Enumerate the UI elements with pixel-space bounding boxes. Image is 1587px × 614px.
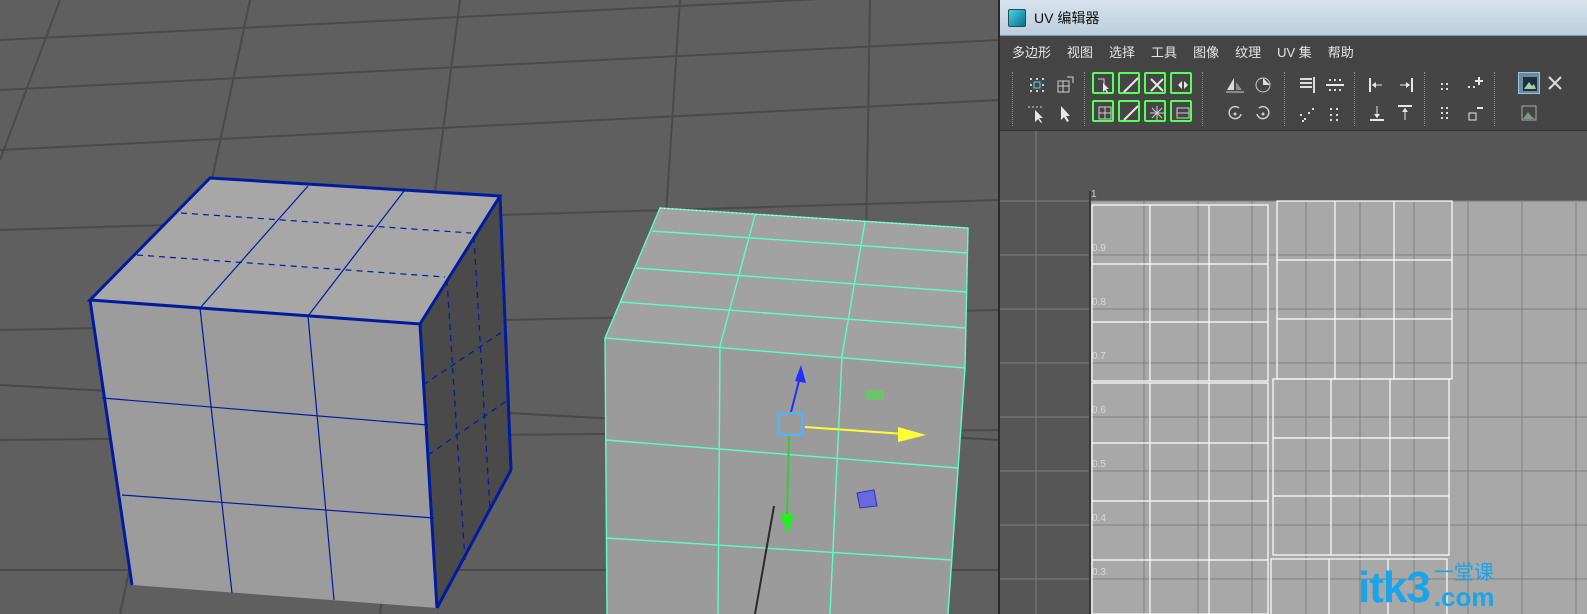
select-tool-icon[interactable] [1026, 102, 1048, 124]
uv-space-region [1090, 201, 1587, 614]
menu-select[interactable]: 选择 [1109, 42, 1135, 61]
axis-label-0.6: 0.6 [1092, 405, 1106, 416]
rotate-icon[interactable] [1224, 102, 1246, 124]
menu-help[interactable]: 帮助 [1328, 42, 1354, 61]
axis-label-0.9: 0.9 [1092, 243, 1106, 254]
snowflake-icon[interactable] [1144, 100, 1166, 122]
menu-textures[interactable]: 纹理 [1235, 42, 1261, 61]
grid-face-icon[interactable] [1092, 100, 1114, 122]
select-edge-icon[interactable] [1118, 72, 1140, 94]
select-face-icon[interactable] [1170, 72, 1192, 94]
window-title: UV 编辑器 [1034, 9, 1100, 26]
snap-bottom-icon[interactable] [1366, 102, 1388, 124]
layout-remove-icon[interactable] [1464, 102, 1486, 124]
axis-label-0.5: 0.5 [1092, 459, 1106, 470]
plane-handle-xz [866, 390, 884, 400]
viewport-scene[interactable] [0, 0, 1000, 614]
watermark-logo: itk3 一堂课 .com [1358, 556, 1495, 610]
image-display-icon[interactable] [1518, 72, 1540, 94]
select-shell-icon[interactable] [1092, 72, 1114, 94]
grid-cut-icon[interactable] [1026, 74, 1048, 96]
move-tool-icon[interactable] [1054, 102, 1076, 124]
axis-label-1: 1 [1091, 189, 1097, 200]
snap-top-icon[interactable] [1394, 102, 1416, 124]
flip-icon[interactable] [1224, 74, 1246, 96]
menu-tools[interactable]: 工具 [1151, 42, 1177, 61]
watermark-side: 一堂课 .com [1434, 562, 1495, 610]
texture-filter-icon[interactable] [1518, 102, 1540, 124]
menu-image[interactable]: 图像 [1193, 42, 1219, 61]
axis-label-0.4: 0.4 [1092, 513, 1106, 524]
menu-polygons[interactable]: 多边形 [1012, 42, 1051, 61]
plane-handle-xy [856, 489, 878, 509]
snap-left-icon[interactable] [1366, 74, 1388, 96]
distribute-icon[interactable] [1324, 74, 1346, 96]
scatter-icon[interactable] [1296, 102, 1318, 124]
align-icon[interactable] [1296, 74, 1318, 96]
axis-label-0.7: 0.7 [1092, 351, 1106, 362]
cube-active[interactable] [603, 207, 969, 614]
rotate-ccw-icon[interactable] [1252, 102, 1274, 124]
checker-icon[interactable] [1544, 72, 1566, 94]
grid-sew-icon[interactable] [1054, 74, 1076, 96]
layout-icon[interactable] [1436, 74, 1458, 96]
layout-grid-icon[interactable] [1436, 102, 1458, 124]
title-bar[interactable]: UV 编辑器 [1000, 0, 1587, 36]
axis-label-0.3: 0.3 [1092, 567, 1106, 578]
menu-view[interactable]: 视图 [1067, 42, 1093, 61]
watermark-main: itk3 [1358, 563, 1431, 612]
select-uv-icon[interactable] [1144, 72, 1166, 94]
layout-add-icon[interactable] [1464, 74, 1486, 96]
uv-editor-app-icon [1008, 8, 1026, 27]
flip-vertical-icon[interactable] [1252, 74, 1274, 96]
toolbar [1000, 66, 1587, 131]
uv-grid[interactable]: 1 0.9 0.8 0.7 0.6 0.5 0.4 0.3 [1000, 131, 1587, 614]
menu-uv-sets[interactable]: UV 集 [1277, 42, 1312, 61]
stack-icon[interactable] [1324, 102, 1346, 124]
uv-canvas[interactable]: 1 0.9 0.8 0.7 0.6 0.5 0.4 0.3 [1000, 131, 1587, 614]
cube-selected[interactable] [86, 176, 513, 609]
edge-loop-icon[interactable] [1118, 100, 1140, 122]
shell-border-icon[interactable] [1170, 100, 1192, 122]
snap-right-icon[interactable] [1394, 74, 1416, 96]
3d-viewport[interactable] [0, 0, 1000, 614]
menu-bar: 多边形 视图 选择 工具 图像 纹理 UV 集 帮助 [1000, 36, 1587, 66]
watermark-com: .com [1433, 582, 1495, 612]
axis-label-0.8: 0.8 [1092, 297, 1106, 308]
uv-editor-window[interactable]: UV 编辑器 多边形 视图 选择 工具 图像 纹理 UV 集 帮助 1 0.9 … [998, 0, 1587, 614]
watermark-cn: 一堂课 [1433, 562, 1494, 584]
